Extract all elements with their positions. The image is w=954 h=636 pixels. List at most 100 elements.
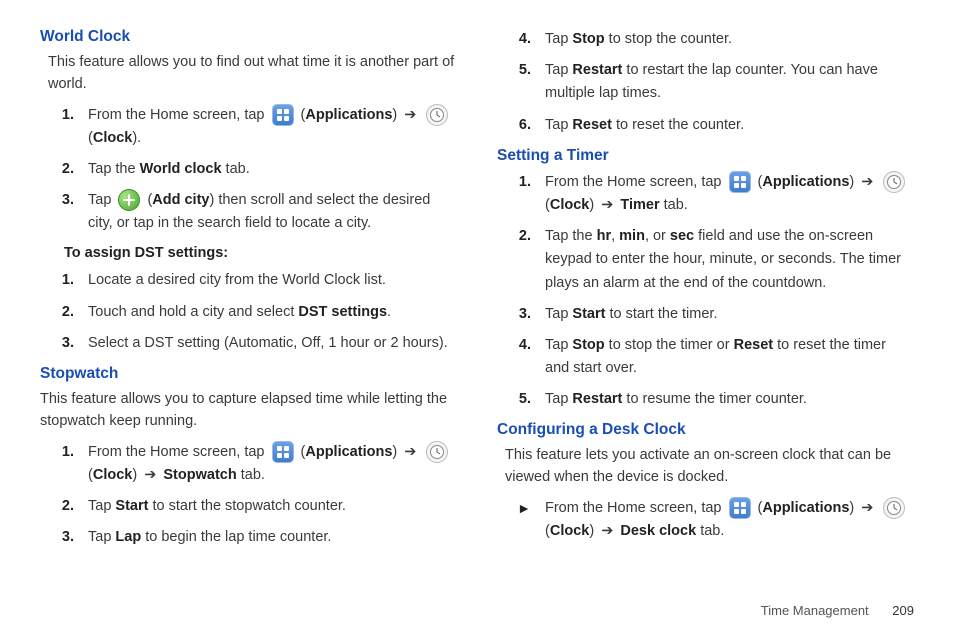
step-number: 1. bbox=[497, 171, 545, 194]
list-item: 1. Locate a desired city from the World … bbox=[40, 269, 457, 292]
bold-text: Restart bbox=[572, 62, 622, 78]
step-text: Tap the bbox=[545, 228, 597, 244]
bold-tab: Timer bbox=[620, 197, 659, 213]
step-text: Tap bbox=[88, 498, 115, 514]
step-text: From the Home screen, tap bbox=[545, 500, 726, 516]
clock-icon bbox=[426, 441, 448, 463]
dst-subheading: To assign DST settings: bbox=[64, 245, 457, 261]
step-number: 2. bbox=[497, 225, 545, 248]
bold-text: min bbox=[619, 228, 645, 244]
arrow-icon: ➔ bbox=[601, 194, 613, 217]
list-item: 2. Touch and hold a city and select DST … bbox=[40, 301, 457, 324]
step-text: ) bbox=[849, 500, 858, 516]
step-text: , or bbox=[645, 228, 670, 244]
world-clock-intro: This feature allows you to find out what… bbox=[48, 52, 457, 96]
page-number: 209 bbox=[892, 603, 914, 618]
list-item: 3. Tap Lap to begin the lap time counter… bbox=[40, 526, 457, 549]
applications-icon bbox=[729, 171, 751, 193]
step-number: 3. bbox=[497, 303, 545, 326]
arrow-icon: ➔ bbox=[861, 497, 873, 520]
applications-icon bbox=[272, 441, 294, 463]
right-column: 4. Tap Stop to stop the counter. 5. Tap … bbox=[497, 28, 914, 559]
step-text: Tap bbox=[545, 117, 572, 133]
step-text: ) bbox=[392, 444, 401, 460]
step-text: Touch and hold a city and select bbox=[88, 304, 298, 320]
step-text: tab. bbox=[237, 467, 265, 483]
step-text: ) bbox=[849, 174, 858, 190]
step-text: tab. bbox=[696, 523, 724, 539]
step-text: to resume the timer counter. bbox=[622, 391, 807, 407]
list-item: 1. From the Home screen, tap (Applicatio… bbox=[40, 441, 457, 487]
list-item: 2. Tap Start to start the stopwatch coun… bbox=[40, 495, 457, 518]
bold-text: sec bbox=[670, 228, 694, 244]
bold-applications: Applications bbox=[762, 174, 849, 190]
list-item: 3. Tap Start to start the timer. bbox=[497, 303, 914, 326]
list-item: 1. From the Home screen, tap (Applicatio… bbox=[497, 171, 914, 217]
bold-text: Start bbox=[115, 498, 148, 514]
step-number: 1. bbox=[40, 441, 88, 464]
list-item: 4. Tap Stop to stop the counter. bbox=[497, 28, 914, 51]
step-text: Tap bbox=[545, 306, 572, 322]
bold-text: Start bbox=[572, 306, 605, 322]
list-item: 1. From the Home screen, tap (Applicatio… bbox=[40, 104, 457, 150]
arrow-icon: ➔ bbox=[601, 520, 613, 543]
step-text: to start the timer. bbox=[605, 306, 717, 322]
heading-timer: Setting a Timer bbox=[497, 147, 914, 165]
desk-clock-intro: This feature lets you activate an on-scr… bbox=[505, 445, 914, 489]
dst-steps: 1. Locate a desired city from the World … bbox=[40, 269, 457, 355]
step-number: 2. bbox=[40, 158, 88, 181]
step-number: 5. bbox=[497, 59, 545, 82]
clock-icon bbox=[883, 171, 905, 193]
list-item: 2. Tap the hr, min, or sec field and use… bbox=[497, 225, 914, 295]
step-number: 6. bbox=[497, 114, 545, 137]
bold-text: hr bbox=[597, 228, 612, 244]
step-text: Tap the bbox=[88, 161, 140, 177]
arrow-icon: ➔ bbox=[404, 441, 416, 464]
step-text: Tap bbox=[88, 529, 115, 545]
bold-clock: Clock bbox=[550, 523, 590, 539]
arrow-icon: ➔ bbox=[144, 464, 156, 487]
step-text: Locate a desired city from the World Clo… bbox=[88, 269, 457, 292]
bold-applications: Applications bbox=[762, 500, 849, 516]
step-number: 5. bbox=[497, 388, 545, 411]
heading-stopwatch: Stopwatch bbox=[40, 365, 457, 383]
arrow-icon: ➔ bbox=[404, 104, 416, 127]
step-number: 4. bbox=[497, 28, 545, 51]
bold-text: Stop bbox=[572, 337, 604, 353]
bold-text: Stop bbox=[572, 31, 604, 47]
world-clock-steps: 1. From the Home screen, tap (Applicatio… bbox=[40, 104, 457, 236]
step-text: From the Home screen, tap bbox=[88, 107, 269, 123]
heading-world-clock: World Clock bbox=[40, 28, 457, 46]
step-text: tab. bbox=[222, 161, 250, 177]
clock-icon bbox=[426, 104, 448, 126]
step-text: From the Home screen, tap bbox=[88, 444, 269, 460]
step-number: 1. bbox=[40, 269, 88, 292]
step-text: to reset the counter. bbox=[612, 117, 744, 133]
list-item: 5. Tap Restart to restart the lap counte… bbox=[497, 59, 914, 105]
step-text: Select a DST setting (Automatic, Off, 1 … bbox=[88, 332, 457, 355]
bold-clock: Clock bbox=[93, 467, 133, 483]
bold-clock: Clock bbox=[93, 130, 133, 146]
step-text: ). bbox=[132, 130, 141, 146]
bold-text: Reset bbox=[734, 337, 774, 353]
step-text: ) bbox=[392, 107, 401, 123]
step-number: 3. bbox=[40, 189, 88, 212]
step-number: 2. bbox=[40, 301, 88, 324]
step-number: 3. bbox=[40, 332, 88, 355]
step-text: to start the stopwatch counter. bbox=[148, 498, 345, 514]
bold-clock: Clock bbox=[550, 197, 590, 213]
step-number: 2. bbox=[40, 495, 88, 518]
step-number: 1. bbox=[40, 104, 88, 127]
step-text: ) bbox=[132, 467, 141, 483]
step-text: ) bbox=[589, 523, 598, 539]
heading-desk-clock: Configuring a Desk Clock bbox=[497, 421, 914, 439]
bold-applications: Applications bbox=[305, 444, 392, 460]
stopwatch-intro: This feature allows you to capture elaps… bbox=[40, 389, 457, 433]
section-name: Time Management bbox=[761, 603, 869, 618]
bold-applications: Applications bbox=[305, 107, 392, 123]
step-text: tab. bbox=[660, 197, 688, 213]
bullet-marker: ► bbox=[497, 497, 545, 519]
list-item: 2. Tap the World clock tab. bbox=[40, 158, 457, 181]
step-text: ) bbox=[589, 197, 598, 213]
step-text: to stop the counter. bbox=[605, 31, 732, 47]
